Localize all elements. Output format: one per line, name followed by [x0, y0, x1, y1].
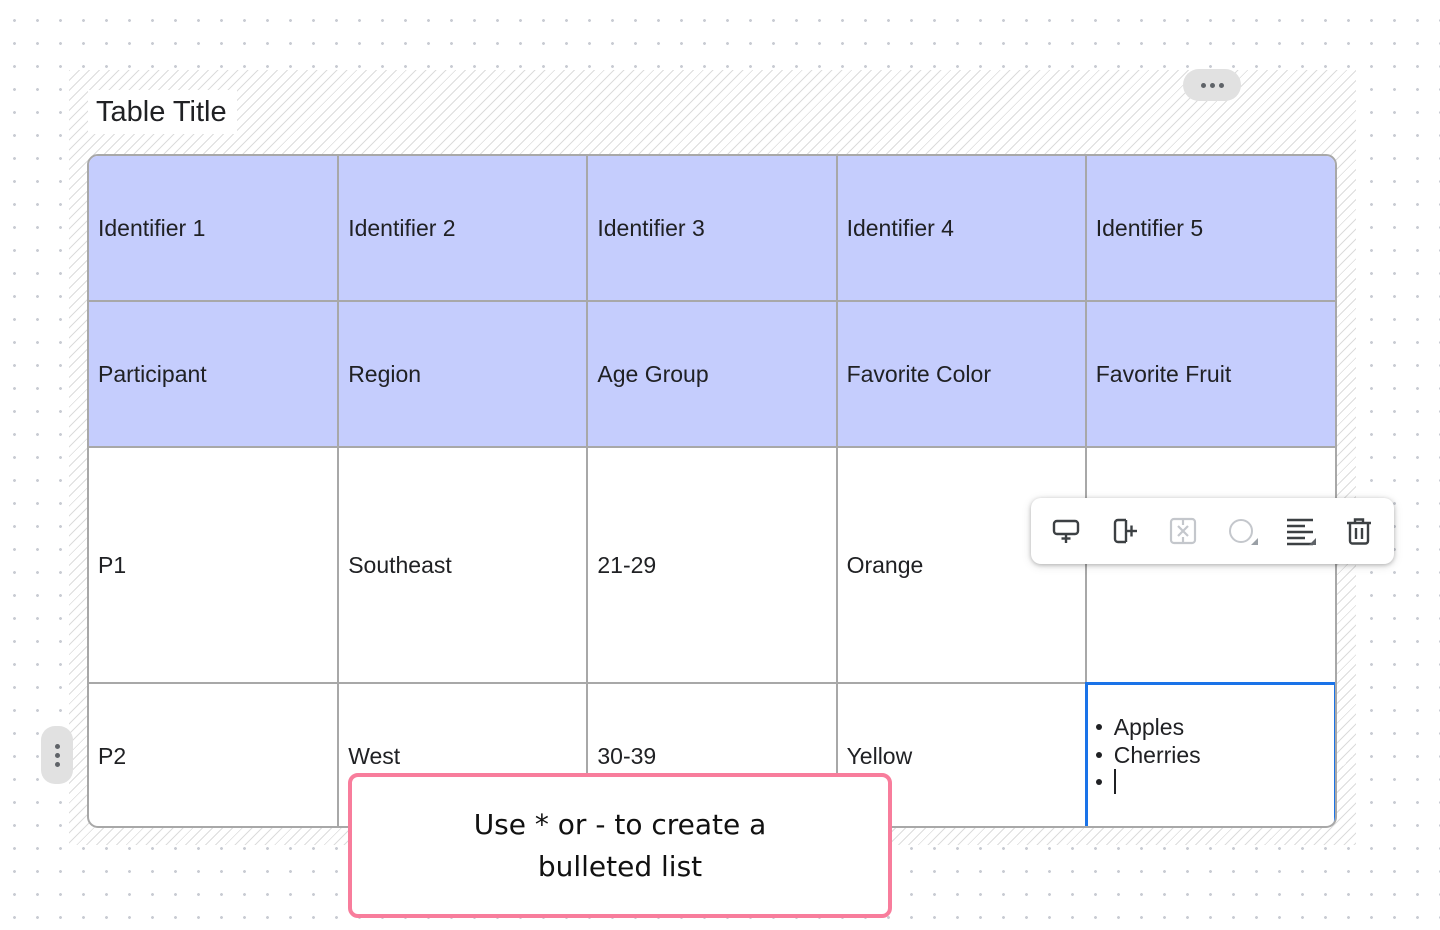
text-align-button[interactable] [1278, 509, 1322, 553]
header-row: Identifier 1 Identifier 2 Identifier 3 I… [89, 156, 1335, 302]
more-options-button[interactable] [1183, 69, 1241, 101]
cell-toolbar [1031, 498, 1394, 564]
bulleted-list: Apples Cherries [1094, 713, 1334, 794]
more-dot-icon [1218, 82, 1224, 88]
bullet-icon [1095, 752, 1102, 758]
hint-tooltip: Use * or - to create a bulleted list [348, 773, 892, 918]
fill-color-button[interactable] [1220, 509, 1264, 553]
header-cell[interactable]: Age Group [586, 300, 838, 448]
list-item[interactable]: Cherries [1094, 741, 1334, 769]
editing-cell[interactable]: Apples Cherries [1084, 682, 1335, 826]
hint-line-1: Use * or - to create a [473, 807, 767, 841]
header-cell[interactable]: Identifier 5 [1084, 156, 1335, 302]
delete-cells-icon [1170, 517, 1197, 545]
insert-row-button[interactable] [1044, 509, 1088, 553]
row-drag-handle[interactable] [41, 726, 73, 784]
list-item-text: Apples [1113, 714, 1185, 740]
insert-column-right-icon [1113, 518, 1137, 544]
table-cell[interactable]: 21-29 [586, 446, 838, 684]
list-item[interactable]: Apples [1094, 713, 1334, 741]
list-item[interactable] [1094, 769, 1334, 794]
text-cursor [1113, 769, 1116, 794]
data-table: Identifier 1 Identifier 2 Identifier 3 I… [87, 154, 1337, 828]
table-cell[interactable]: P1 [89, 446, 340, 684]
header-cell[interactable]: Region [337, 300, 589, 448]
drag-dot-icon [54, 743, 60, 749]
drag-dot-icon [54, 752, 60, 758]
bullet-icon [1095, 724, 1102, 730]
header-cell[interactable]: Identifier 2 [337, 156, 589, 302]
insert-row-below-icon [1053, 519, 1080, 543]
hint-line-2: bulleted list [537, 849, 703, 883]
table-row: P1 Southeast 21-29 Orange [89, 446, 1335, 684]
header-cell[interactable]: Identifier 3 [586, 156, 838, 302]
table-cell[interactable]: Orange [835, 446, 1087, 684]
header-cell[interactable]: Favorite Fruit [1084, 300, 1335, 448]
more-dot-icon [1209, 82, 1215, 88]
table-cell[interactable] [1084, 446, 1335, 684]
merge-cells-button[interactable] [1161, 509, 1205, 553]
trash-icon [1346, 518, 1371, 545]
header-cell[interactable]: Favorite Color [835, 300, 1087, 448]
list-item-text: Cherries [1113, 742, 1201, 768]
header-cell[interactable]: Identifier 1 [89, 156, 340, 302]
table-cell[interactable]: P2 [89, 682, 340, 826]
header-row: Participant Region Age Group Favorite Co… [89, 300, 1335, 448]
delete-button[interactable] [1337, 509, 1381, 553]
header-cell[interactable]: Identifier 4 [835, 156, 1087, 302]
dropdown-corner-icon [1250, 538, 1258, 545]
bullet-icon [1095, 778, 1102, 785]
table-title[interactable]: Table Title [88, 90, 237, 134]
insert-column-button[interactable] [1103, 509, 1147, 553]
header-cell[interactable]: Participant [89, 300, 340, 448]
drag-dot-icon [54, 761, 60, 767]
dropdown-corner-icon [1309, 538, 1317, 545]
more-dot-icon [1200, 82, 1206, 88]
cell-editor[interactable]: Apples Cherries [1084, 682, 1335, 826]
table-cell[interactable]: Southeast [337, 446, 589, 684]
